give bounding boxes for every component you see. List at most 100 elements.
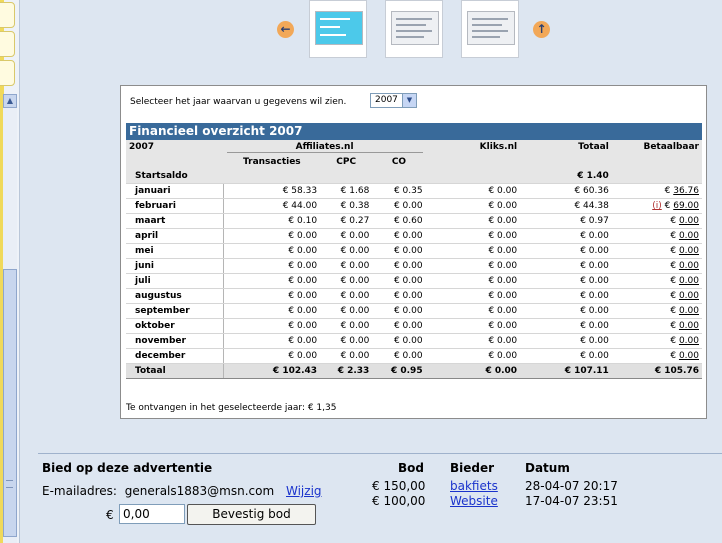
transacties-value: € 0.00 bbox=[223, 303, 321, 319]
col-bieder: Bieder bbox=[450, 461, 495, 475]
co-value: € 0.00 bbox=[372, 198, 426, 214]
kliks-value: € 0.00 bbox=[425, 303, 521, 319]
financial-table: 2007 Affiliates.nl Kliks.nl Totaal Betaa… bbox=[126, 140, 702, 379]
transacties-value: € 0.00 bbox=[223, 243, 321, 259]
thumbnail-1[interactable] bbox=[309, 0, 367, 58]
vertical-scrollbar[interactable]: ▲ bbox=[3, 94, 17, 543]
bid-amount-input[interactable]: 0,00 bbox=[119, 504, 185, 524]
thumbnail-3[interactable] bbox=[461, 0, 519, 58]
betaalbaar-link[interactable]: 69.00 bbox=[673, 201, 699, 211]
bidder-link-2[interactable]: Website bbox=[450, 494, 498, 508]
col-year: 2007 bbox=[126, 140, 224, 154]
betaalbaar-currency: € bbox=[670, 261, 677, 271]
month-label: februari bbox=[126, 198, 225, 214]
confirm-bid-button[interactable]: Bevestig bod bbox=[187, 504, 316, 525]
chevron-down-icon[interactable]: ▼ bbox=[402, 94, 416, 107]
total-cpc: € 2.33 bbox=[320, 363, 373, 379]
bidder-link-1[interactable]: bakfiets bbox=[450, 479, 498, 493]
table-row: september € 0.00 € 0.00 € 0.00 € 0.00 € 0.00 €… bbox=[126, 303, 702, 319]
total-totaal: € 107.11 bbox=[520, 363, 612, 379]
cpc-value: € 0.00 bbox=[320, 243, 373, 259]
betaalbaar-currency: € bbox=[670, 246, 677, 256]
betaalbaar-link[interactable]: 0.00 bbox=[679, 216, 699, 226]
thumbnail-2[interactable] bbox=[385, 0, 443, 58]
col-kliks: Kliks.nl bbox=[425, 140, 521, 154]
betaalbaar-link[interactable]: 0.00 bbox=[679, 336, 699, 346]
table-row: november € 0.00 € 0.00 € 0.00 € 0.00 € 0.00 € … bbox=[126, 333, 702, 349]
betaalbaar-link[interactable]: 0.00 bbox=[679, 291, 699, 301]
totaal-value: € 0.00 bbox=[520, 273, 612, 289]
betaalbaar-link[interactable]: 0.00 bbox=[679, 306, 699, 316]
totaal-value: € 0.00 bbox=[520, 243, 612, 259]
betaalbaar-link[interactable]: 36.76 bbox=[673, 186, 699, 196]
kliks-value: € 0.00 bbox=[425, 183, 521, 199]
bid-date-1: 28-04-07 20:17 bbox=[525, 479, 618, 493]
kliks-value: € 0.00 bbox=[425, 333, 521, 349]
betaalbaar-link[interactable]: 0.00 bbox=[679, 321, 699, 331]
betaalbaar-cell: € 0.00 bbox=[611, 243, 702, 259]
scrollbar-grip-icon bbox=[6, 480, 13, 488]
betaalbaar-currency: € bbox=[670, 336, 677, 346]
table-row: maart € 0.10 € 0.27 € 0.60 € 0.00 € 0.97 € 0.0… bbox=[126, 213, 702, 229]
table-row: juni € 0.00 € 0.00 € 0.00 € 0.00 € 0.00 € 0.00 bbox=[126, 258, 702, 274]
transacties-value: € 44.00 bbox=[223, 198, 321, 214]
betaalbaar-link[interactable]: 0.00 bbox=[679, 261, 699, 271]
betaalbaar-link[interactable]: 0.00 bbox=[679, 351, 699, 361]
cpc-value: € 0.27 bbox=[320, 213, 373, 229]
sidebar-tab-1[interactable] bbox=[0, 2, 15, 28]
betaalbaar-currency: € bbox=[670, 321, 677, 331]
section-divider bbox=[38, 453, 722, 454]
cpc-value: € 0.38 bbox=[320, 198, 373, 214]
col-group-affiliates: Affiliates.nl bbox=[226, 142, 423, 153]
year-select[interactable]: 2007 ▼ bbox=[370, 93, 417, 108]
betaalbaar-cell: € 0.00 bbox=[611, 288, 702, 304]
betaalbaar-currency: € bbox=[670, 276, 677, 286]
bid-date-2: 17-04-07 23:51 bbox=[525, 494, 618, 508]
startsaldo-label: Startsaldo bbox=[126, 169, 224, 184]
bid-amount-2: € 100,00 bbox=[372, 494, 426, 508]
betaalbaar-currency: € bbox=[664, 201, 671, 211]
table-row: december € 0.00 € 0.00 € 0.00 € 0.00 € 0.00 € … bbox=[126, 348, 702, 364]
betaalbaar-link[interactable]: 0.00 bbox=[679, 276, 699, 286]
table-row: mei € 0.00 € 0.00 € 0.00 € 0.00 € 0.00 € 0.00 bbox=[126, 243, 702, 259]
betaalbaar-cell: € 0.00 bbox=[611, 318, 702, 334]
arrow-up-icon[interactable]: ↑ bbox=[533, 21, 550, 38]
currency-symbol: € bbox=[106, 508, 114, 522]
co-value: € 0.00 bbox=[372, 273, 426, 289]
change-email-link[interactable]: Wijzig bbox=[286, 484, 322, 498]
transacties-value: € 0.00 bbox=[223, 273, 321, 289]
betaalbaar-cell: (i) € 69.00 bbox=[611, 198, 702, 214]
table-row: juli € 0.00 € 0.00 € 0.00 € 0.00 € 0.00 € 0.00 bbox=[126, 273, 702, 289]
email-label: E-mailadres: bbox=[42, 484, 117, 498]
cpc-value: € 0.00 bbox=[320, 318, 373, 334]
betaalbaar-cell: € 0.00 bbox=[611, 273, 702, 289]
betaalbaar-link[interactable]: 0.00 bbox=[679, 246, 699, 256]
cpc-value: € 0.00 bbox=[320, 333, 373, 349]
scrollbar-thumb[interactable] bbox=[3, 269, 17, 537]
month-label: juli bbox=[126, 273, 225, 289]
month-label: juni bbox=[126, 258, 225, 274]
overview-title: Financieel overzicht 2007 bbox=[126, 123, 702, 140]
table-row: januari € 58.33 € 1.68 € 0.35 € 0.00 € 60.36 €… bbox=[126, 183, 702, 199]
cpc-value: € 0.00 bbox=[320, 273, 373, 289]
startsaldo-row: Startsaldo € 1.40 bbox=[126, 169, 702, 184]
month-label: december bbox=[126, 348, 225, 364]
col-transacties: Transacties bbox=[223, 154, 321, 169]
received-summary: Te ontvangen in het geselecteerde jaar: … bbox=[126, 403, 337, 413]
transacties-value: € 0.00 bbox=[223, 258, 321, 274]
total-label: Totaal bbox=[126, 363, 225, 379]
betaalbaar-link[interactable]: 0.00 bbox=[679, 231, 699, 241]
arrow-left-icon[interactable]: ← bbox=[277, 21, 294, 38]
sidebar-tab-3[interactable] bbox=[0, 60, 15, 86]
transacties-value: € 58.33 bbox=[223, 183, 321, 199]
kliks-value: € 0.00 bbox=[425, 318, 521, 334]
sidebar-tab-2[interactable] bbox=[0, 31, 15, 57]
scroll-up-button[interactable]: ▲ bbox=[3, 94, 17, 108]
bid-amount-1: € 150,00 bbox=[372, 479, 426, 493]
betaalbaar-cell: € 36.76 bbox=[611, 183, 702, 199]
kliks-value: € 0.00 bbox=[425, 213, 521, 229]
table-row: oktober € 0.00 € 0.00 € 0.00 € 0.00 € 0.00 € 0… bbox=[126, 318, 702, 334]
col-betaalbaar: Betaalbaar bbox=[611, 140, 702, 154]
info-icon[interactable]: (i) bbox=[652, 201, 662, 211]
totaal-value: € 0.00 bbox=[520, 258, 612, 274]
